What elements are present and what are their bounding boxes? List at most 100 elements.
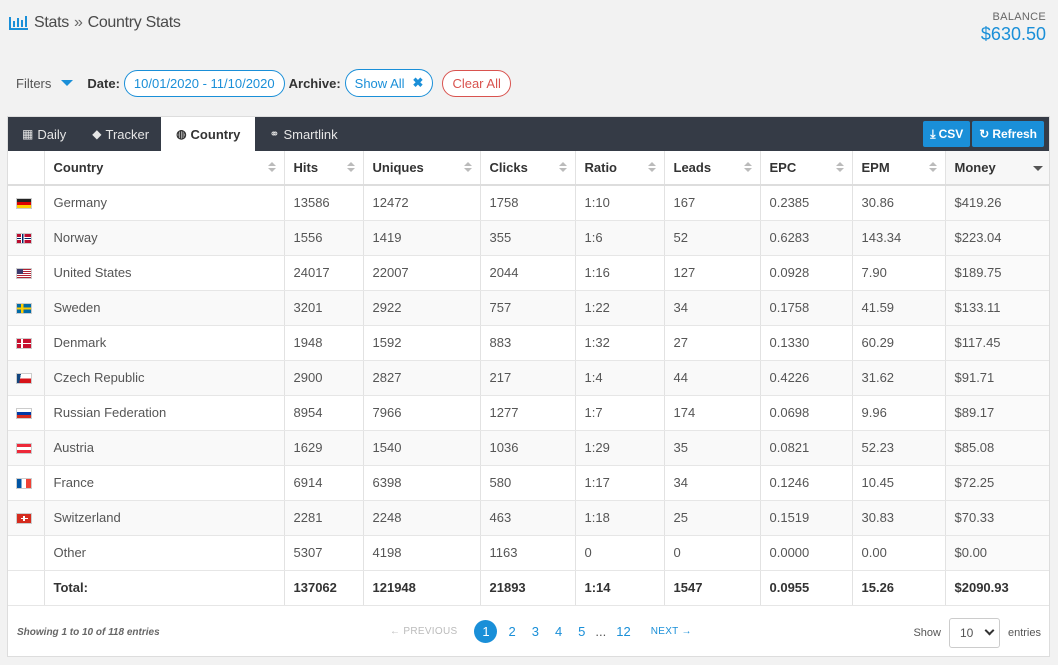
flag-cell <box>8 360 45 396</box>
entries-label: entries <box>1007 626 1041 639</box>
cell-leads: 44 <box>664 360 761 396</box>
cell-ratio: 1:7 <box>575 395 665 431</box>
total-clicks: 21893 <box>480 570 576 606</box>
cell-money: $223.04 <box>945 220 1049 256</box>
flag-se-icon <box>16 303 32 315</box>
table-row: Other 5307 4198 1163 0 0 0.0000 0.00 $0.00 <box>8 535 1049 571</box>
close-icon[interactable]: ✖ <box>413 75 424 91</box>
cell-country: Czech Republic <box>44 360 285 396</box>
cell-ratio: 1:18 <box>575 500 665 536</box>
cell-country: Switzerland <box>44 500 285 536</box>
page-button-12[interactable]: 12 <box>616 624 630 639</box>
cell-ratio: 1:6 <box>575 220 665 256</box>
total-flag-cell <box>8 570 45 606</box>
cell-epc: 0.1758 <box>760 290 853 326</box>
table-row: Norway 1556 1419 355 1:6 52 0.6283 143.34 $223.0… <box>8 220 1049 256</box>
cell-leads: 174 <box>664 395 761 431</box>
show-label: Show <box>913 626 941 639</box>
cell-money: $117.45 <box>945 325 1049 361</box>
tag-icon: ◆ <box>92 127 102 141</box>
column-header-money[interactable]: Money <box>945 151 1049 186</box>
flag-cell <box>8 500 45 536</box>
filters-bar: Filters Date: 10/01/2020 - 11/10/2020 Ar… <box>16 69 515 97</box>
cell-ratio: 1:29 <box>575 430 665 466</box>
balance-value: $630.50 <box>980 24 1046 44</box>
tab-country[interactable]: ◍ Country <box>161 117 256 151</box>
page-size-select[interactable]: 10 <box>948 617 1000 648</box>
cell-hits: 6914 <box>284 465 364 501</box>
cell-epm: 10.45 <box>852 465 946 501</box>
globe-icon: ◍ <box>176 127 187 141</box>
cell-ratio: 1:16 <box>575 255 665 291</box>
column-header-hits[interactable]: Hits <box>284 151 364 186</box>
cell-uniques: 2248 <box>363 500 481 536</box>
cell-money: $419.26 <box>945 185 1049 221</box>
cell-clicks: 463 <box>480 500 576 536</box>
cell-leads: 25 <box>664 500 761 536</box>
cell-epc: 0.6283 <box>760 220 853 256</box>
cell-country: Norway <box>44 220 285 256</box>
cell-epc: 0.0698 <box>760 395 853 431</box>
column-header-epc[interactable]: EPC <box>760 151 853 186</box>
cell-hits: 2900 <box>284 360 364 396</box>
page-button-5[interactable]: 5 <box>578 624 585 639</box>
breadcrumb-stats-link[interactable]: Stats <box>34 14 69 32</box>
total-hits: 137062 <box>284 570 364 606</box>
cell-clicks: 217 <box>480 360 576 396</box>
flag-cell <box>8 220 45 256</box>
refresh-button[interactable]: ↻ Refresh <box>972 121 1044 147</box>
flag-dk-icon <box>16 338 32 350</box>
tab-daily[interactable]: ▦ Daily <box>8 117 78 151</box>
next-page-button[interactable]: NEXT → <box>651 626 692 637</box>
tab-smartlink[interactable]: ⚭ Smartlink <box>255 117 349 151</box>
flag-de-icon <box>16 198 32 210</box>
column-header-uniques[interactable]: Uniques <box>363 151 481 186</box>
filters-toggle-icon[interactable] <box>61 80 74 86</box>
page-button-2[interactable]: 2 <box>508 624 515 639</box>
cell-leads: 27 <box>664 325 761 361</box>
cell-epm: 0.00 <box>852 535 946 571</box>
cell-hits: 1556 <box>284 220 364 256</box>
cell-clicks: 1758 <box>480 185 576 221</box>
tab-country-label: Country <box>190 126 241 142</box>
cell-money: $89.17 <box>945 395 1049 431</box>
column-header-epm[interactable]: EPM <box>852 151 946 186</box>
sort-icon <box>463 162 473 174</box>
archive-filter-pill[interactable]: Show All ✖ <box>344 69 434 97</box>
refresh-button-label: Refresh <box>992 127 1037 141</box>
page-button-3[interactable]: 3 <box>532 624 539 639</box>
date-filter-pill[interactable]: 10/01/2020 - 11/10/2020 <box>123 69 285 97</box>
download-icon: ⤓ <box>930 126 936 141</box>
column-header-clicks[interactable]: Clicks <box>480 151 576 186</box>
csv-button[interactable]: ⤓ CSV <box>923 121 971 147</box>
balance-box: BALANCE $630.50 <box>981 11 1046 45</box>
total-epc: 0.0955 <box>760 570 853 606</box>
tab-tracker[interactable]: ◆ Tracker <box>78 117 161 151</box>
cell-hits: 2281 <box>284 500 364 536</box>
cell-epc: 0.4226 <box>760 360 853 396</box>
page-button-1[interactable]: 1 <box>474 619 498 643</box>
cell-epm: 41.59 <box>852 290 946 326</box>
cell-epm: 30.86 <box>852 185 946 221</box>
breadcrumb-current: Country Stats <box>87 14 181 31</box>
cell-epm: 31.62 <box>852 360 946 396</box>
cell-ratio: 1:4 <box>575 360 665 396</box>
cell-epc: 0.1330 <box>760 325 853 361</box>
cell-hits: 1948 <box>284 325 364 361</box>
column-label: Leads <box>673 160 712 175</box>
column-header-leads[interactable]: Leads <box>664 151 761 186</box>
clear-all-button[interactable]: Clear All <box>442 69 511 97</box>
column-label: Ratio <box>584 160 618 175</box>
cell-clicks: 1277 <box>480 395 576 431</box>
column-label: EPC <box>769 160 797 175</box>
flag-column-header <box>8 151 45 186</box>
column-header-country[interactable]: Country <box>44 151 285 186</box>
column-label: Clicks <box>489 160 528 175</box>
column-header-ratio[interactable]: Ratio <box>575 151 665 186</box>
table-header-row: Country Hits Uniques Clicks Ratio Leads … <box>8 151 1049 186</box>
page-button-4[interactable]: 4 <box>555 624 562 639</box>
total-epm: 15.26 <box>852 570 946 606</box>
previous-page-button[interactable]: ← PREVIOUS <box>390 626 457 637</box>
refresh-icon: ↻ <box>979 127 990 141</box>
cell-money: $70.33 <box>945 500 1049 536</box>
